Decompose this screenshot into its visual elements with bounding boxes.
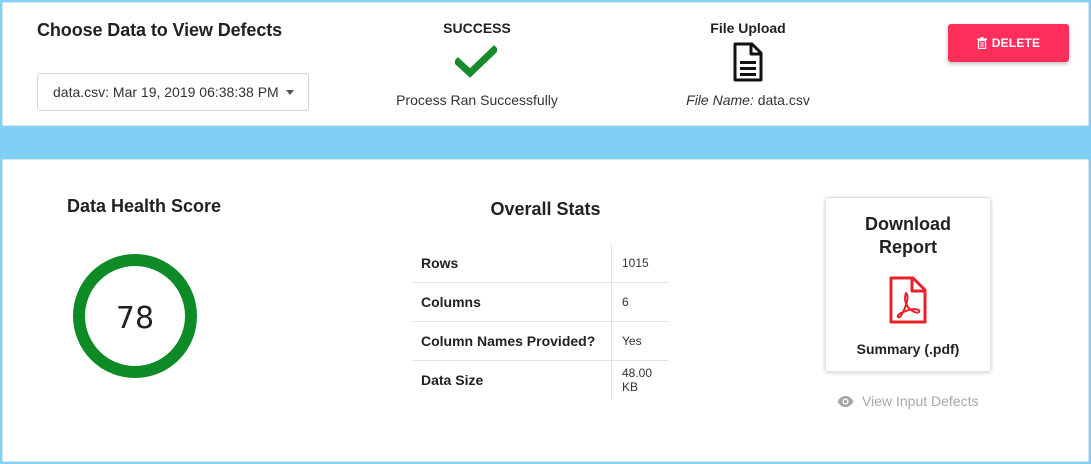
stats-label-column-names: Column Names Provided? [413, 321, 612, 361]
stats-value-data-size: 48.00 KB [622, 366, 653, 394]
file-text-icon [733, 42, 763, 82]
download-title-line1: Download [865, 214, 951, 234]
health-score-title: Data Health Score [67, 196, 222, 216]
stats-value-columns: 6 [611, 282, 669, 322]
view-input-defects-label: View Input Defects [862, 393, 979, 409]
trash-icon [976, 37, 987, 49]
dataset-select[interactable]: data.csv: Mar 19, 2019 06:38:38 PM [37, 73, 309, 111]
eye-icon [837, 395, 854, 407]
status-title: SUCCESS [443, 20, 511, 36]
delete-button[interactable]: DELETE [948, 24, 1069, 62]
check-icon [455, 45, 497, 78]
file-name-label: File Name: [686, 92, 754, 108]
table-row: Data Size 48.00 KB [413, 360, 669, 399]
dataset-select-value: data.csv: Mar 19, 2019 06:38:38 PM [53, 84, 279, 100]
stats-label-data-size: Data Size [413, 360, 612, 399]
results-panel: Data Health Score 78 Overall Stats Rows … [2, 159, 1089, 462]
choose-data-title: Choose Data to View Defects [37, 20, 283, 40]
file-upload-title: File Upload [710, 20, 786, 36]
table-row: Rows 1015 [413, 244, 669, 283]
data-selection-panel: Choose Data to View Defects data.csv: Ma… [2, 2, 1089, 126]
download-report-label: Summary (.pdf) [856, 341, 960, 357]
stats-label-columns: Columns [413, 282, 612, 322]
health-score-value: 78 [116, 301, 154, 336]
stats-value-rows: 1015 [611, 244, 669, 283]
table-row: Column Names Provided? Yes [413, 321, 669, 361]
status-message: Process Ran Successfully [396, 92, 558, 108]
stats-table: Rows 1015 Columns 6 Column Names Provide… [413, 244, 669, 399]
pdf-file-icon [889, 276, 927, 324]
view-input-defects-link[interactable]: View Input Defects [837, 391, 982, 411]
caret-down-icon [286, 90, 294, 95]
download-report-card[interactable]: Download Report Summary (.pdf) [825, 197, 991, 372]
download-report-title: Download Report [826, 213, 990, 259]
file-name-value: data.csv [757, 92, 810, 108]
file-name-line: File Name: data.csv [663, 92, 833, 108]
delete-button-label: DELETE [991, 36, 1041, 50]
stats-value-column-names: Yes [611, 321, 669, 361]
overall-stats-title: Overall Stats [490, 199, 601, 219]
stats-label-rows: Rows [413, 244, 612, 283]
health-score-gauge: 78 [73, 254, 197, 378]
download-title-line2: Report [879, 237, 937, 257]
table-row: Columns 6 [413, 282, 669, 322]
